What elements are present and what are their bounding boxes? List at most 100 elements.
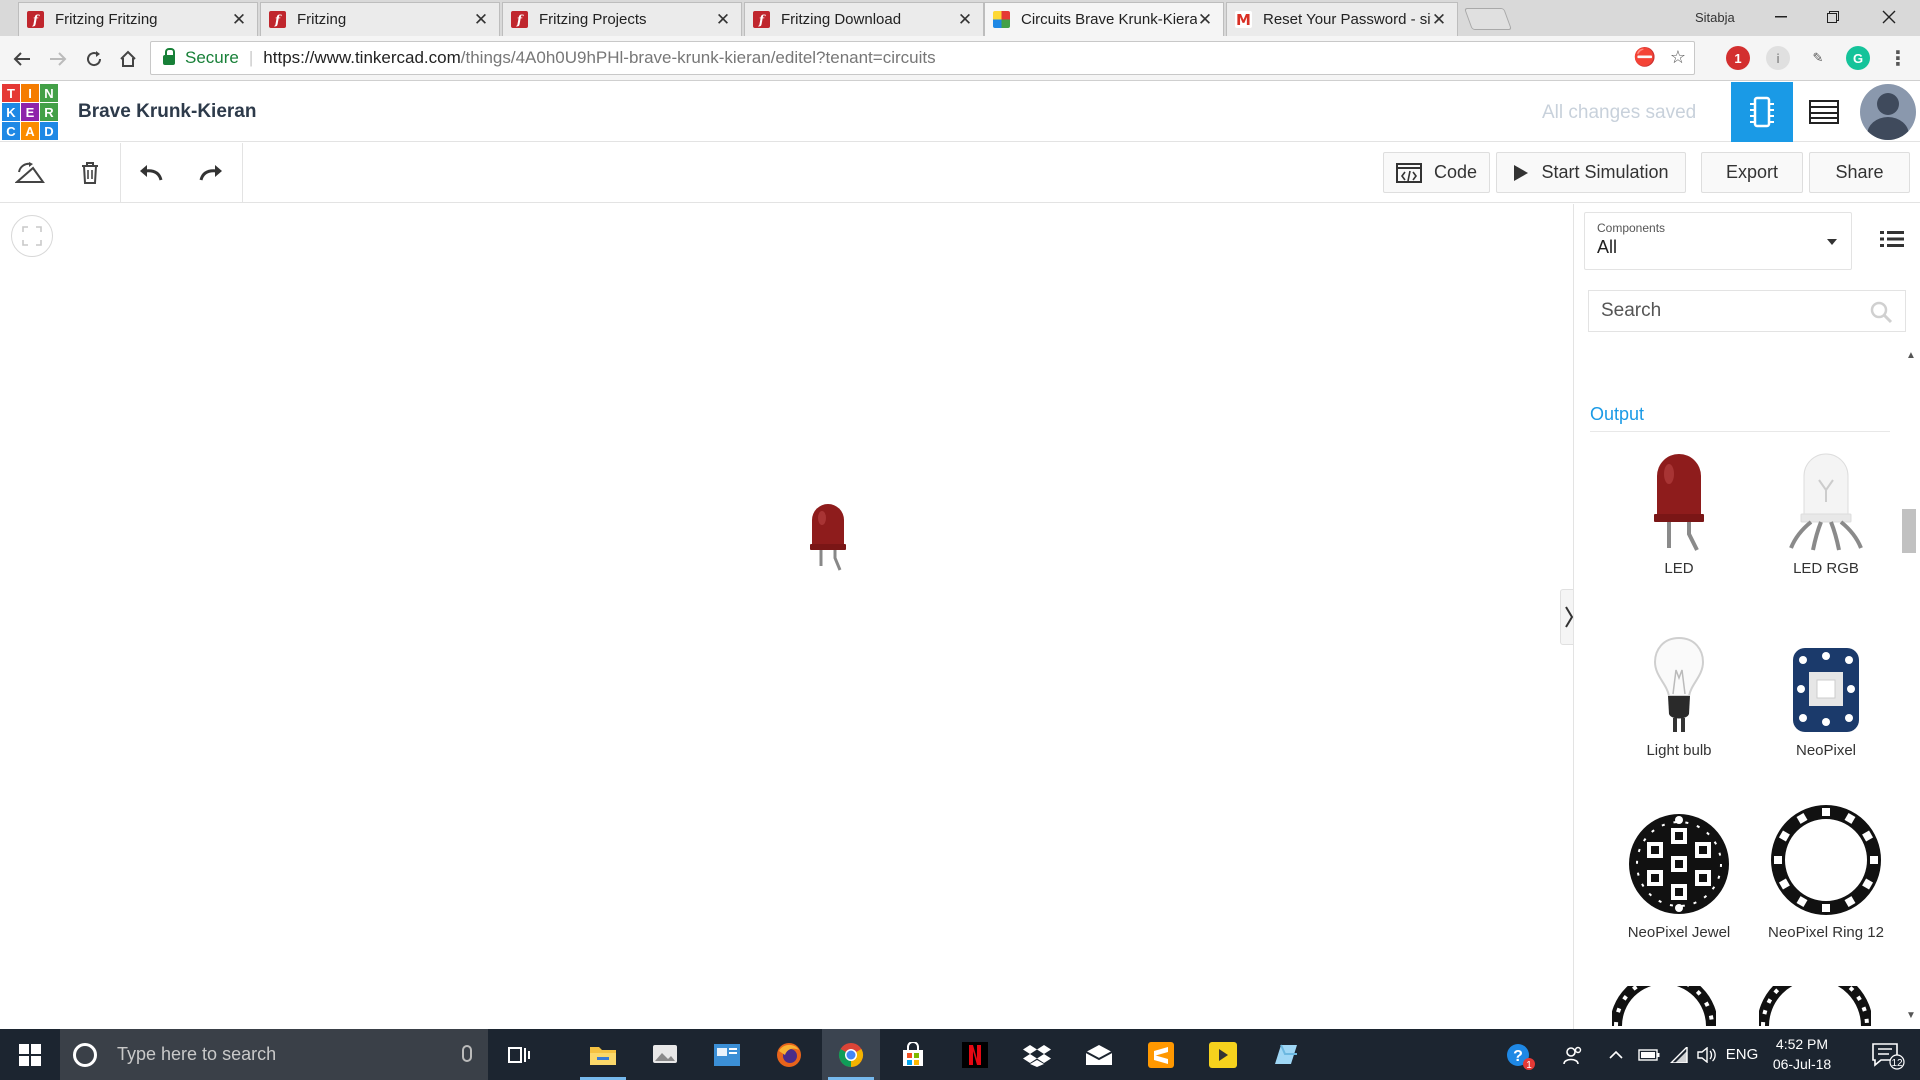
mail-icon[interactable]: [1070, 1029, 1128, 1080]
close-window-icon[interactable]: [1866, 0, 1912, 34]
browser-tab[interactable]: M Reset Your Password - sit ✕: [1226, 2, 1458, 36]
grammarly-icon[interactable]: G: [1846, 46, 1870, 70]
extension-badge-icon[interactable]: 1: [1726, 46, 1750, 70]
component-list-view-button[interactable]: [1793, 82, 1855, 142]
chrome-icon[interactable]: [822, 1029, 880, 1080]
tinkercad-logo[interactable]: TIN KER CAD: [2, 84, 58, 140]
language-indicator[interactable]: ENG: [1722, 1029, 1762, 1080]
chevron-up-icon[interactable]: [1604, 1029, 1628, 1080]
delete-icon[interactable]: [72, 155, 108, 191]
component-name: Light bulb: [1646, 742, 1712, 759]
browser-tab[interactable]: f Fritzing Download ✕: [744, 2, 984, 36]
export-button[interactable]: Export: [1701, 152, 1803, 193]
browser-tab-active[interactable]: Circuits Brave Krunk-Kieran ✕: [984, 2, 1224, 36]
led-component-on-canvas[interactable]: [808, 504, 848, 574]
component-led-rgb[interactable]: LED RGB: [1761, 442, 1891, 577]
restore-icon[interactable]: [1810, 0, 1856, 34]
neopixel-ring-24-partial-icon[interactable]: [1759, 986, 1871, 1026]
fritzing-icon: f: [753, 11, 770, 28]
battery-icon[interactable]: [1636, 1029, 1662, 1080]
undo-icon[interactable]: [133, 155, 169, 191]
start-button[interactable]: [0, 1029, 60, 1080]
sublime-text-icon[interactable]: [1132, 1029, 1190, 1080]
taskbar-clock[interactable]: 4:52 PM 06-Jul-18: [1762, 1034, 1842, 1074]
windows-taskbar: Type here to search ? 1 ENG 4:52 PM 06-J…: [0, 1029, 1920, 1080]
tab-close-icon[interactable]: ✕: [473, 10, 489, 30]
kmplayer-icon[interactable]: [1194, 1029, 1252, 1080]
paint-3d-icon[interactable]: [1256, 1029, 1314, 1080]
search-icon[interactable]: [1869, 300, 1893, 324]
share-button[interactable]: Share: [1809, 152, 1910, 193]
extension-info-icon[interactable]: i: [1766, 46, 1790, 70]
breadboard-icon: [1750, 96, 1774, 128]
components-filter-dropdown[interactable]: Components All: [1584, 212, 1852, 270]
component-search-input[interactable]: [1601, 300, 1861, 322]
logo-letter: K: [2, 103, 20, 121]
new-tab-button[interactable]: [1463, 8, 1513, 30]
component-neopixel[interactable]: NeoPixel: [1761, 624, 1891, 759]
tab-title: Fritzing Projects: [539, 11, 647, 28]
browser-profile-name[interactable]: Sitabja: [1695, 10, 1735, 25]
fritzing-icon: f: [27, 11, 44, 28]
taskbar-search-box[interactable]: Type here to search: [60, 1029, 488, 1080]
circuit-view-button[interactable]: [1731, 82, 1793, 142]
reload-icon[interactable]: [80, 45, 108, 73]
dropbox-icon[interactable]: [1008, 1029, 1066, 1080]
neopixel-ring-16-partial-icon[interactable]: [1612, 986, 1716, 1026]
fritzing-icon: f: [269, 11, 286, 28]
taskbar-search-placeholder: Type here to search: [117, 1044, 277, 1064]
component-neopixel-ring-12[interactable]: NeoPixel Ring 12: [1761, 805, 1891, 941]
task-view-icon[interactable]: [490, 1029, 548, 1080]
action-center-icon[interactable]: 12: [1860, 1029, 1916, 1080]
panel-scrollbar-thumb[interactable]: [1902, 509, 1916, 553]
fit-view-button[interactable]: [11, 215, 53, 257]
home-icon[interactable]: [114, 45, 142, 73]
blocked-content-icon[interactable]: ⛔: [1633, 47, 1655, 68]
file-explorer-icon[interactable]: [574, 1029, 632, 1080]
ring-led: [1774, 856, 1782, 864]
browser-tab[interactable]: f Fritzing ✕: [260, 2, 500, 36]
wifi-icon[interactable]: [1666, 1029, 1692, 1080]
fritzing-icon: f: [511, 11, 528, 28]
tab-title: Reset Your Password - sit: [1263, 11, 1431, 28]
back-icon[interactable]: [8, 45, 36, 73]
scroll-down-arrow-icon[interactable]: ▼: [1906, 1010, 1916, 1021]
photos-app-icon[interactable]: [636, 1029, 694, 1080]
people-icon[interactable]: [1558, 1029, 1588, 1080]
minimize-icon[interactable]: [1758, 0, 1804, 34]
code-button[interactable]: Code: [1383, 152, 1490, 193]
control-panel-icon[interactable]: [698, 1029, 756, 1080]
avatar[interactable]: [1860, 84, 1916, 140]
microphone-icon[interactable]: [462, 1045, 472, 1062]
netflix-icon[interactable]: [946, 1029, 1004, 1080]
list-view-toggle-icon[interactable]: [1876, 224, 1906, 254]
workplane-canvas[interactable]: [0, 204, 1578, 1029]
store-icon[interactable]: [884, 1029, 942, 1080]
component-neopixel-jewel[interactable]: NeoPixel Jewel: [1614, 806, 1744, 941]
table-icon: [1809, 100, 1839, 124]
tab-close-icon[interactable]: ✕: [231, 10, 247, 30]
rotate-icon[interactable]: [12, 155, 48, 191]
tab-close-icon[interactable]: ✕: [1431, 10, 1447, 30]
browser-tab[interactable]: f Fritzing Fritzing ✕: [18, 2, 258, 36]
firefox-icon[interactable]: [760, 1029, 818, 1080]
led-rgb-icon: [1789, 453, 1863, 551]
help-icon[interactable]: ? 1: [1502, 1029, 1538, 1080]
eyedropper-extension-icon[interactable]: ✎: [1806, 46, 1830, 70]
tab-close-icon[interactable]: ✕: [957, 10, 973, 30]
tab-close-icon[interactable]: ✕: [1197, 10, 1213, 30]
bookmark-star-icon[interactable]: ☆: [1670, 47, 1686, 68]
forward-icon[interactable]: [44, 45, 72, 73]
browser-tab[interactable]: f Fritzing Projects ✕: [502, 2, 742, 36]
app-header: TIN KER CAD Brave Krunk-Kieran All changes…: [0, 82, 1920, 142]
volume-icon[interactable]: [1694, 1029, 1720, 1080]
tab-close-icon[interactable]: ✕: [715, 10, 731, 30]
component-light-bulb[interactable]: Light bulb: [1614, 624, 1744, 759]
browser-menu-icon[interactable]: ⋮: [1886, 46, 1910, 70]
redo-icon[interactable]: [193, 155, 229, 191]
scroll-up-arrow-icon[interactable]: ▲: [1906, 350, 1916, 361]
component-led[interactable]: LED: [1614, 442, 1744, 577]
design-title[interactable]: Brave Krunk-Kieran: [78, 101, 256, 123]
address-bar[interactable]: Secure | https://www.tinkercad.com/thing…: [150, 41, 1695, 75]
start-simulation-button[interactable]: Start Simulation: [1496, 152, 1686, 193]
